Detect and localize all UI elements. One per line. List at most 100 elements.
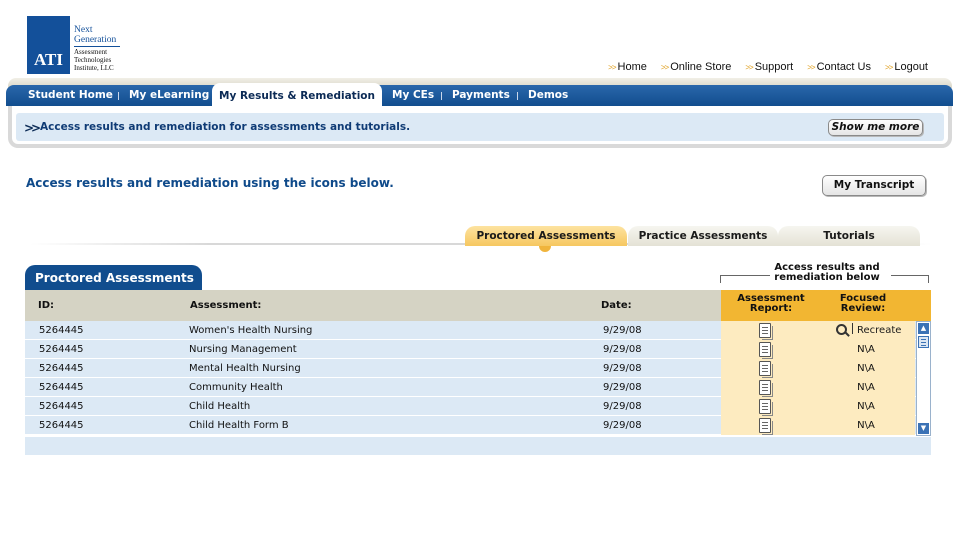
bracket-caption: Access results and remediation below <box>768 263 886 283</box>
document-icon[interactable] <box>759 323 773 340</box>
results-table-body: 5264445 Women's Health Nursing 9/29/08 R… <box>25 321 931 437</box>
nav-payments[interactable]: Payments <box>452 85 510 106</box>
cell-assessment: Mental Health Nursing <box>189 363 301 374</box>
cell-date: 9/29/08 <box>603 401 642 412</box>
cell-date: 9/29/08 <box>603 344 642 355</box>
info-bar-inner: >> Access results and remediation for as… <box>16 113 944 141</box>
report-cell: N\A <box>721 378 915 397</box>
cell-date: 9/29/08 <box>603 420 642 431</box>
double-chevron-icon: >> <box>608 63 616 72</box>
logo-company-line-1: Assessment <box>74 48 108 56</box>
column-header-report-line-2: Report: <box>749 303 793 314</box>
tab-proctored-assessments[interactable]: Proctored Assessments <box>465 226 627 246</box>
remediation-bracket: Access results and remediation below <box>720 263 929 283</box>
cell-focused-review: N\A <box>857 401 875 412</box>
nav-separator <box>118 92 119 100</box>
toplink-label: Online Store <box>670 61 732 73</box>
report-cell: N\A <box>721 340 915 359</box>
toplink-online-store[interactable]: >> Online Store <box>661 61 732 73</box>
divider <box>852 323 853 334</box>
bracket-left <box>720 275 770 283</box>
toplink-label: Support <box>754 61 794 73</box>
report-cell: N\A <box>721 397 915 416</box>
nav-student-home[interactable]: Student Home <box>28 85 113 106</box>
document-icon[interactable] <box>759 418 773 435</box>
nav-separator <box>441 92 442 100</box>
gold-header: Assessment Report: Focused Review: <box>721 290 931 321</box>
nav-separator <box>517 92 518 100</box>
cell-assessment: Nursing Management <box>189 344 297 355</box>
active-subtab-indicator <box>539 246 551 252</box>
main-nav: Student Home My eLearning My CEs Payment… <box>6 85 953 106</box>
top-links: >> Home >> Online Store >> Support >> Contac… <box>608 61 928 73</box>
table-header: ID: Assessment: Date: Assessment Report:… <box>25 290 931 321</box>
cell-id: 5264445 <box>39 401 84 412</box>
toplink-label: Contact Us <box>816 61 871 73</box>
table-row: 5264445 Women's Health Nursing 9/29/08 R… <box>25 321 931 340</box>
arrow-up-icon[interactable]: ▲ <box>918 323 929 334</box>
table-row: 5264445 Nursing Management 9/29/08 N\A <box>25 340 931 359</box>
cell-focused-review: N\A <box>857 382 875 393</box>
column-header-report: Assessment Report: <box>731 294 811 314</box>
ati-logo[interactable]: ATI Next Generation Assessment Technolog… <box>27 16 123 74</box>
double-chevron-icon: >> <box>745 63 753 72</box>
cell-focused-review: N\A <box>857 344 875 355</box>
toplink-contact-us[interactable]: >> Contact Us <box>807 61 871 73</box>
cell-date: 9/29/08 <box>603 382 642 393</box>
cell-id: 5264445 <box>39 344 84 355</box>
logo-next: Next <box>74 25 93 35</box>
toplink-home[interactable]: >> Home <box>608 61 647 73</box>
document-icon[interactable] <box>759 361 773 378</box>
cell-assessment: Child Health <box>189 401 251 412</box>
document-icon[interactable] <box>759 342 773 359</box>
document-icon[interactable] <box>759 380 773 397</box>
cell-id: 5264445 <box>39 382 84 393</box>
table-row: 5264445 Child Health 9/29/08 N\A <box>25 397 931 416</box>
report-cell: N\A <box>721 416 915 435</box>
report-cell: N\A <box>721 359 915 378</box>
column-header-date: Date: <box>601 300 632 311</box>
double-chevron-icon: >> <box>885 63 893 72</box>
panel-footer <box>25 437 931 455</box>
column-header-id: ID: <box>38 300 55 311</box>
cell-assessment: Community Health <box>189 382 283 393</box>
double-chevron-icon: >> <box>660 63 669 72</box>
nav-my-results-remediation[interactable]: My Results & Remediation <box>212 83 382 108</box>
toplink-logout[interactable]: >> Logout <box>885 61 928 73</box>
recreate-label: Recreate <box>857 325 902 336</box>
toplink-support[interactable]: >> Support <box>745 61 793 73</box>
nav-my-elearning[interactable]: My eLearning <box>129 85 209 106</box>
tab-practice-assessments[interactable]: Practice Assessments <box>628 226 778 246</box>
logo-mark: ATI <box>27 16 70 74</box>
panel-title: Proctored Assessments <box>25 265 202 290</box>
recreate-link[interactable]: Recreate <box>836 321 901 340</box>
magnifier-key-icon <box>836 324 847 335</box>
document-icon[interactable] <box>759 399 773 416</box>
my-transcript-button[interactable]: My Transcript <box>822 175 926 196</box>
page-heading: Access results and remediation using the… <box>26 176 394 190</box>
scrollbar-thumb[interactable] <box>918 336 929 348</box>
cell-date: 9/29/08 <box>603 363 642 374</box>
table-scrollbar[interactable]: ▲ ▼ <box>916 321 931 436</box>
nav-demos[interactable]: Demos <box>528 85 568 106</box>
table-row: 5264445 Community Health 9/29/08 N\A <box>25 378 931 397</box>
cell-date: 9/29/08 <box>603 325 642 336</box>
info-text: Access results and remediation for asses… <box>40 121 411 133</box>
table-row: 5264445 Mental Health Nursing 9/29/08 N\… <box>25 359 931 378</box>
logo-divider <box>74 46 120 47</box>
table-row: 5264445 Child Health Form B 9/29/08 N\A <box>25 416 931 435</box>
cell-id: 5264445 <box>39 363 84 374</box>
nav-my-ces[interactable]: My CEs <box>392 85 434 106</box>
show-me-more-button[interactable]: Show me more <box>828 119 923 136</box>
arrow-down-icon[interactable]: ▼ <box>918 423 929 434</box>
cell-id: 5264445 <box>39 420 84 431</box>
bracket-line-2: remediation below <box>774 272 880 283</box>
column-header-focused-line-2: Review: <box>840 303 886 314</box>
toplink-label: Logout <box>894 61 928 73</box>
cell-assessment: Child Health Form B <box>189 420 289 431</box>
cell-assessment: Women's Health Nursing <box>189 325 313 336</box>
tab-tutorials[interactable]: Tutorials <box>778 226 920 246</box>
toplink-label: Home <box>617 61 647 73</box>
bracket-right <box>891 275 929 283</box>
cell-focused-review: N\A <box>857 420 875 431</box>
